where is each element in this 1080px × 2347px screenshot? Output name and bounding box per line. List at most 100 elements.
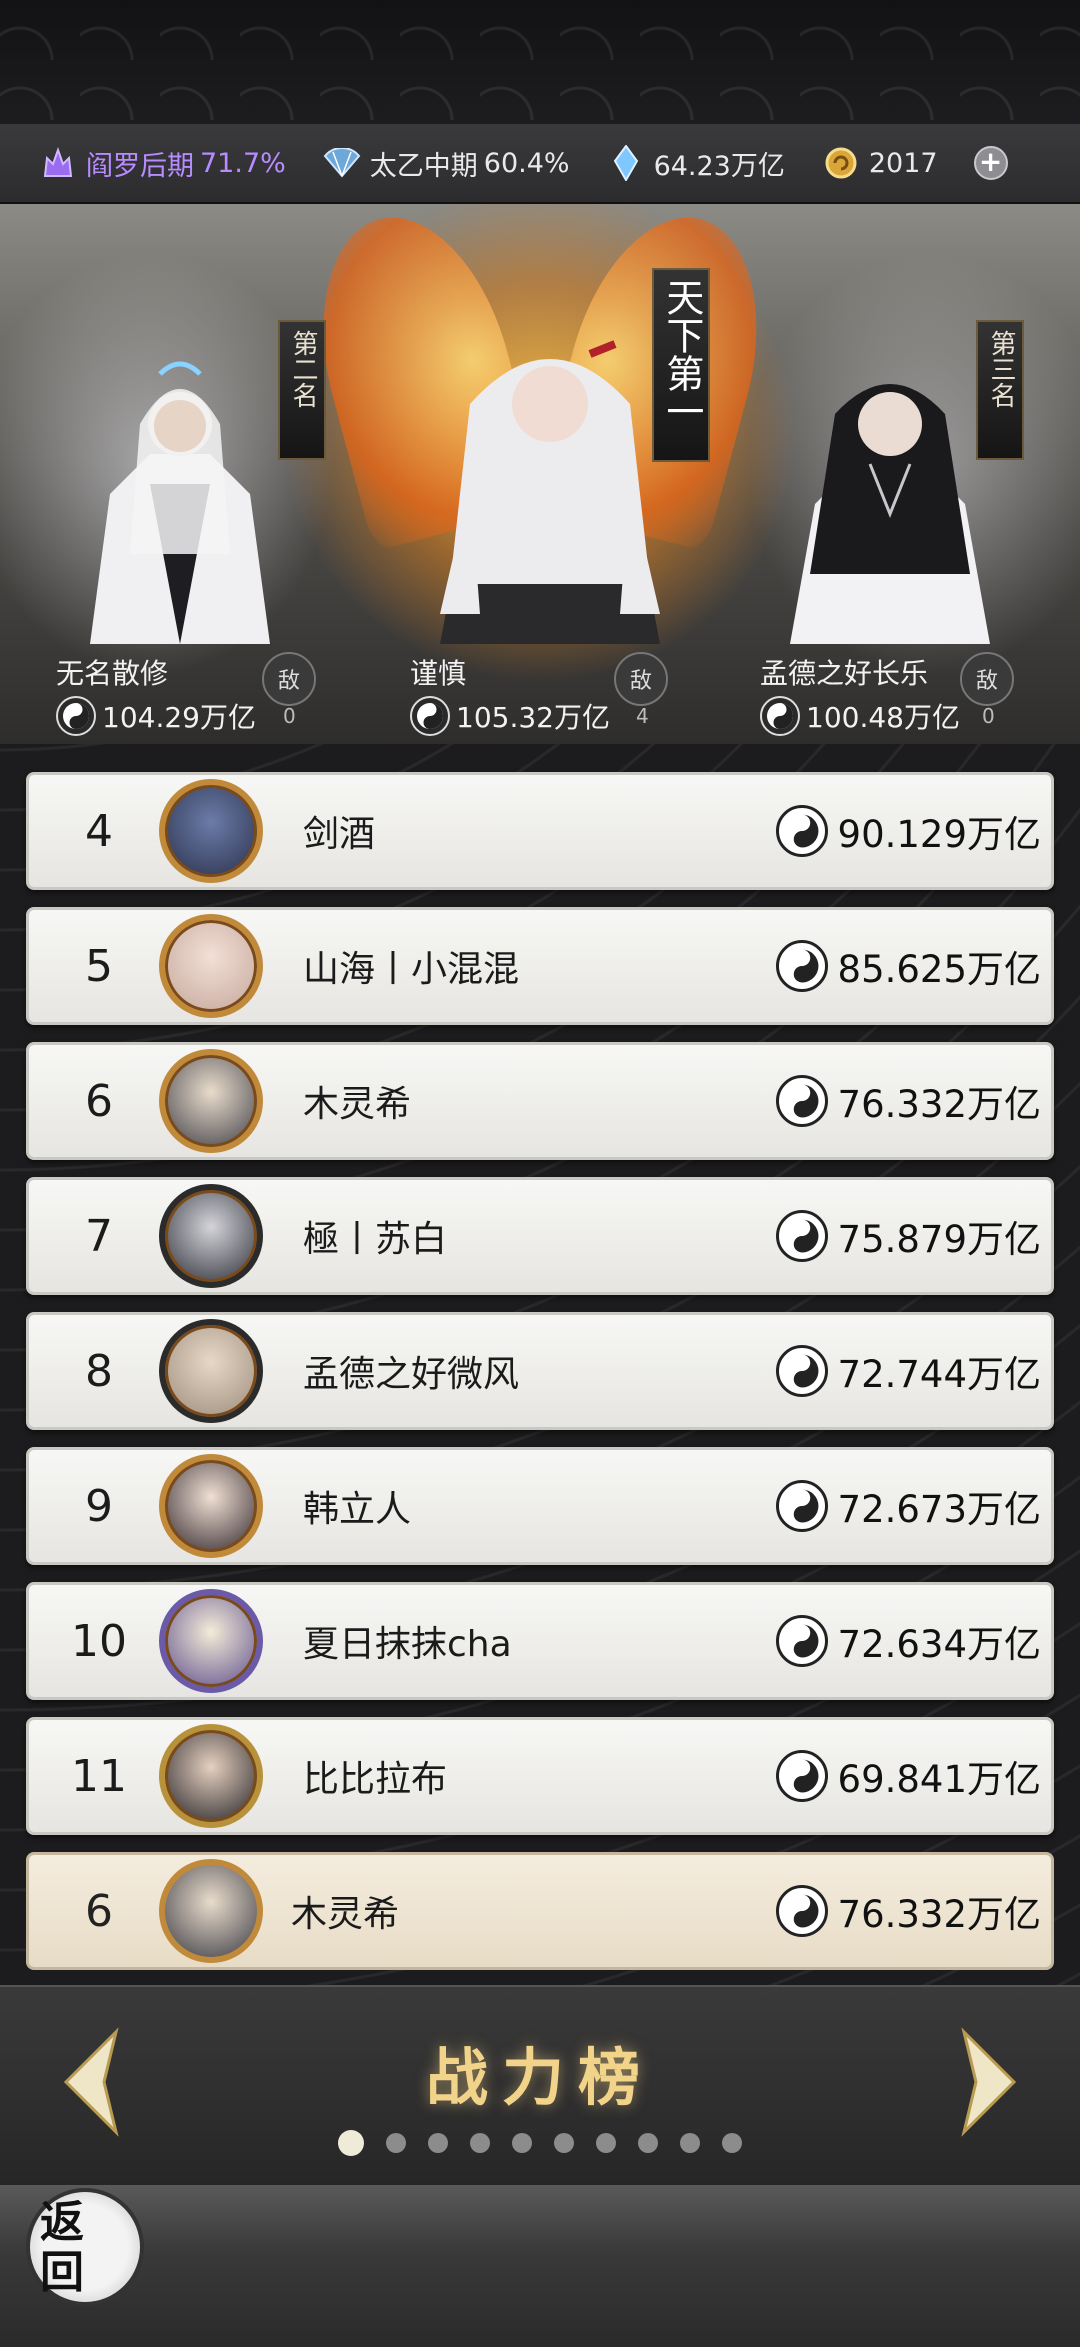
player-power: 69.841万亿 <box>837 1758 1041 1801</box>
currency-value: 2017 <box>868 147 938 179</box>
yin-yang-icon <box>775 940 828 992</box>
third-place-challenge-count: 0 <box>982 704 995 728</box>
yin-yang-icon <box>56 696 96 736</box>
back-button[interactable]: 返回 <box>26 2188 144 2306</box>
rank-number: 11 <box>71 1750 127 1802</box>
my-ranking-row[interactable]: 6 木灵希 76.332万亿 <box>26 1852 1054 1970</box>
second-place-challenge-button[interactable]: 敌 <box>262 652 316 706</box>
footer-area <box>0 2185 1080 2347</box>
yin-yang-icon <box>775 1210 828 1262</box>
page-dot[interactable] <box>680 2133 700 2153</box>
page-dot[interactable] <box>554 2133 574 2153</box>
back-label: 返回 <box>40 2197 84 2298</box>
challenge-label: 敌 <box>277 669 300 694</box>
player-power: 72.634万亿 <box>837 1623 1041 1666</box>
rank-number: 8 <box>85 1345 113 1397</box>
first-place-challenge-count: 4 <box>636 704 649 728</box>
ranking-row[interactable]: 4 剑酒 90.129万亿 <box>26 772 1054 890</box>
rank-number: 5 <box>85 940 113 992</box>
player-avatar[interactable] <box>159 1319 263 1423</box>
board-title: 战力榜 <box>425 2041 654 2114</box>
second-place-power: 104.29万亿 <box>102 701 256 734</box>
realm-name-2: 太乙中期 <box>369 150 478 182</box>
currency-counter[interactable]: 2017 <box>821 143 938 183</box>
second-place-banner: 第二名 <box>278 320 326 460</box>
player-name: 孟德之好微风 <box>303 1354 520 1395</box>
second-banner-text: 第二名 <box>287 330 318 408</box>
add-currency-button[interactable]: + <box>973 146 1008 180</box>
my-rank-number: 6 <box>85 1885 113 1937</box>
realm-status-1[interactable]: 阎罗后期 71.7% <box>38 143 286 183</box>
player-name: 極丨苏白 <box>303 1219 448 1260</box>
first-banner-text: 天下第一 <box>659 278 704 430</box>
player-avatar[interactable] <box>159 1724 263 1828</box>
player-avatar[interactable] <box>159 1049 263 1153</box>
demon-crown-icon <box>38 143 78 183</box>
ranking-row[interactable]: 9 韩立人 72.673万亿 <box>26 1447 1054 1565</box>
page-dot[interactable] <box>338 2130 364 2156</box>
player-name: 山海丨小混混 <box>303 949 520 990</box>
my-avatar[interactable] <box>159 1859 263 1963</box>
yin-yang-icon <box>775 1615 828 1667</box>
rank-number: 7 <box>85 1210 113 1262</box>
page-indicator <box>0 2130 1080 2156</box>
player-avatar[interactable] <box>159 1454 263 1558</box>
spirit-stone-counter[interactable]: 64.23万亿 <box>606 143 785 183</box>
realm-name-1: 阎罗后期 <box>86 150 194 182</box>
yin-yang-icon <box>775 805 828 857</box>
ranking-row[interactable]: 6 木灵希 76.332万亿 <box>26 1042 1054 1160</box>
page-dot[interactable] <box>638 2133 658 2153</box>
second-place-info: 无名散修 104.29万亿 <box>56 644 256 744</box>
page-dot[interactable] <box>428 2133 448 2153</box>
next-board-arrow-icon[interactable] <box>954 2027 1024 2137</box>
board-switcher: 战力榜 <box>0 1985 1080 2185</box>
realm-status-2[interactable]: 太乙中期 60.4% <box>322 143 570 183</box>
third-place-info: 孟德之好长乐 100.48万亿 <box>760 644 960 744</box>
top3-showcase: 第二名 天下第一 第三名 无名散修 104.29万亿 敌 0 谨慎 105.32… <box>0 204 1080 744</box>
ranking-row[interactable]: 5 山海丨小混混 85.625万亿 <box>26 907 1054 1025</box>
fan-icon <box>322 143 362 183</box>
player-avatar[interactable] <box>159 914 263 1018</box>
player-power: 72.744万亿 <box>837 1353 1041 1396</box>
rank-number: 9 <box>85 1480 113 1532</box>
ranking-row[interactable]: 8 孟德之好微风 72.744万亿 <box>26 1312 1054 1430</box>
first-place-power: 105.32万亿 <box>456 701 610 734</box>
my-power: 76.332万亿 <box>837 1893 1041 1936</box>
page-dot[interactable] <box>596 2133 616 2153</box>
page-dot[interactable] <box>722 2133 742 2153</box>
yin-yang-icon <box>775 1480 828 1532</box>
my-name: 木灵希 <box>291 1894 400 1935</box>
player-name: 比比拉布 <box>303 1759 448 1800</box>
rank-number: 10 <box>71 1615 127 1667</box>
first-place-challenge-button[interactable]: 敌 <box>614 652 668 706</box>
player-power: 76.332万亿 <box>837 1083 1041 1126</box>
player-name: 夏日抹抹cha <box>303 1624 512 1665</box>
player-power: 72.673万亿 <box>837 1488 1041 1531</box>
gold-coin-icon <box>821 143 861 183</box>
ranking-row[interactable]: 11 比比拉布 69.841万亿 <box>26 1717 1054 1835</box>
third-place-banner: 第三名 <box>976 320 1024 460</box>
ranking-row[interactable]: 7 極丨苏白 75.879万亿 <box>26 1177 1054 1295</box>
yin-yang-icon <box>775 1750 828 1802</box>
player-avatar[interactable] <box>159 1184 263 1288</box>
challenge-label: 敌 <box>629 669 652 694</box>
player-avatar[interactable] <box>159 1589 263 1693</box>
third-banner-text: 第三名 <box>985 330 1016 408</box>
yin-yang-icon <box>760 696 800 736</box>
first-place-banner: 天下第一 <box>652 268 710 462</box>
player-name: 木灵希 <box>303 1084 412 1125</box>
player-avatar[interactable] <box>159 779 263 883</box>
ranking-row[interactable]: 10 夏日抹抹cha 72.634万亿 <box>26 1582 1054 1700</box>
page-dot[interactable] <box>512 2133 532 2153</box>
page-dot[interactable] <box>386 2133 406 2153</box>
third-place-challenge-button[interactable]: 敌 <box>960 652 1014 706</box>
yin-yang-icon <box>775 1345 828 1397</box>
yin-yang-icon <box>775 1075 828 1127</box>
page-dot[interactable] <box>470 2133 490 2153</box>
challenge-label: 敌 <box>975 669 998 694</box>
realm-pct-2: 60.4% <box>483 147 570 179</box>
spirit-stone-value: 64.23万亿 <box>653 150 785 182</box>
third-place-name: 孟德之好长乐 <box>760 657 929 690</box>
second-place-name: 无名散修 <box>56 657 169 690</box>
first-place-info: 谨慎 105.32万亿 <box>410 644 610 744</box>
